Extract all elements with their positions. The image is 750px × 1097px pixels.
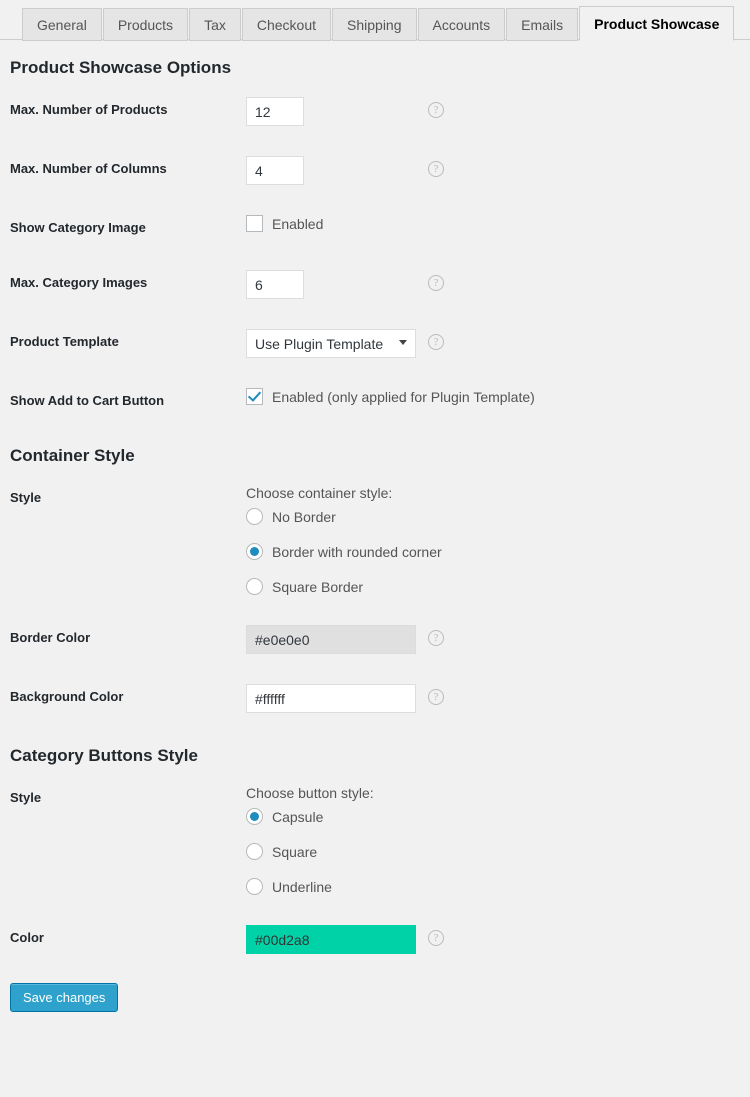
radio-label-capsule: Capsule: [272, 809, 323, 825]
label-background-color: Background Color: [0, 669, 210, 728]
help-icon-max-columns[interactable]: ?: [428, 161, 444, 177]
label-category-button-color: Color: [0, 910, 210, 969]
category-button-option-square[interactable]: Square: [246, 843, 740, 860]
help-icon-product-template[interactable]: ?: [428, 334, 444, 350]
container-style-radio-group: Choose container style: No Border Border…: [246, 485, 740, 595]
label-show-category-image: Show Category Image: [0, 200, 210, 255]
container-style-option-square[interactable]: Square Border: [246, 578, 740, 595]
radio-square[interactable]: [246, 843, 263, 860]
row-show-add-to-cart: Show Add to Cart Button Enabled (only ap…: [0, 373, 750, 428]
label-show-add-to-cart: Show Add to Cart Button: [0, 373, 210, 428]
container-style-option-no-border[interactable]: No Border: [246, 508, 740, 525]
container-style-option-rounded[interactable]: Border with rounded corner: [246, 543, 740, 560]
show-category-image-checkbox[interactable]: [246, 215, 263, 232]
row-border-color: Border Color ?: [0, 610, 750, 669]
radio-label-border-rounded: Border with rounded corner: [272, 544, 442, 560]
section-title-container-style: Container Style: [10, 446, 750, 466]
help-icon-max-category-images[interactable]: ?: [428, 275, 444, 291]
field-wrap-max-columns: [246, 164, 304, 179]
row-max-columns: Max. Number of Columns ?: [0, 141, 750, 200]
show-add-to-cart-control[interactable]: Enabled (only applied for Plugin Templat…: [246, 388, 740, 405]
radio-square-border[interactable]: [246, 578, 263, 595]
product-template-select[interactable]: Use Plugin Template: [246, 329, 416, 358]
radio-label-square-border: Square Border: [272, 579, 363, 595]
row-container-style: Style Choose container style: No Border …: [0, 470, 750, 610]
row-max-category-images: Max. Category Images ?: [0, 255, 750, 314]
settings-tab-bar: General Products Tax Checkout Shipping A…: [0, 0, 750, 40]
category-button-color-input[interactable]: [246, 925, 416, 954]
show-category-image-checkbox-label: Enabled: [272, 216, 323, 232]
radio-no-border[interactable]: [246, 508, 263, 525]
field-wrap-max-category-images: [246, 278, 304, 293]
field-wrap-background-color: [246, 692, 416, 707]
show-add-to-cart-checkbox[interactable]: [246, 388, 263, 405]
label-max-columns: Max. Number of Columns: [0, 141, 210, 200]
radio-underline[interactable]: [246, 878, 263, 895]
category-button-style-radio-group: Choose button style: Capsule Square Unde…: [246, 785, 740, 895]
container-style-intro: Choose container style:: [246, 485, 740, 501]
max-category-images-input[interactable]: [246, 270, 304, 299]
form-table-container-style: Style Choose container style: No Border …: [0, 470, 750, 728]
submit-area: Save changes: [0, 969, 750, 1012]
tab-general[interactable]: General: [22, 8, 102, 41]
form-table-showcase-options: Max. Number of Products ? Max. Number of…: [0, 82, 750, 428]
row-max-products: Max. Number of Products ?: [0, 82, 750, 141]
tab-shipping[interactable]: Shipping: [332, 8, 417, 41]
radio-label-no-border: No Border: [272, 509, 336, 525]
radio-label-underline: Underline: [272, 879, 332, 895]
settings-content: Product Showcase Options Max. Number of …: [0, 58, 750, 1012]
border-color-input[interactable]: [246, 625, 416, 654]
tab-products[interactable]: Products: [103, 8, 188, 41]
show-add-to-cart-checkbox-label: Enabled (only applied for Plugin Templat…: [272, 389, 535, 405]
row-show-category-image: Show Category Image Enabled: [0, 200, 750, 255]
field-wrap-border-color: [246, 633, 416, 648]
tab-product-showcase[interactable]: Product Showcase: [579, 6, 734, 41]
row-category-button-style: Style Choose button style: Capsule Squar…: [0, 770, 750, 910]
label-category-button-style: Style: [0, 770, 210, 910]
help-icon-category-button-color[interactable]: ?: [428, 930, 444, 946]
category-button-option-underline[interactable]: Underline: [246, 878, 740, 895]
section-title-category-buttons-style: Category Buttons Style: [10, 746, 750, 766]
radio-capsule[interactable]: [246, 808, 263, 825]
help-icon-max-products[interactable]: ?: [428, 102, 444, 118]
label-product-template: Product Template: [0, 314, 210, 373]
max-columns-input[interactable]: [246, 156, 304, 185]
field-wrap-max-products: [246, 105, 304, 120]
help-icon-border-color[interactable]: ?: [428, 630, 444, 646]
tab-emails[interactable]: Emails: [506, 8, 578, 41]
background-color-input[interactable]: [246, 684, 416, 713]
tab-tax[interactable]: Tax: [189, 8, 241, 41]
save-changes-button[interactable]: Save changes: [10, 983, 118, 1012]
help-icon-background-color[interactable]: ?: [428, 689, 444, 705]
field-wrap-product-template: Use Plugin Template: [246, 337, 416, 352]
section-title-showcase-options: Product Showcase Options: [10, 58, 750, 78]
row-background-color: Background Color ?: [0, 669, 750, 728]
product-template-select-holder: Use Plugin Template: [246, 329, 416, 358]
category-button-option-capsule[interactable]: Capsule: [246, 808, 740, 825]
row-category-button-color: Color ?: [0, 910, 750, 969]
show-category-image-control[interactable]: Enabled: [246, 215, 740, 232]
field-wrap-category-button-color: [246, 933, 416, 948]
form-table-category-buttons-style: Style Choose button style: Capsule Squar…: [0, 770, 750, 969]
radio-label-square: Square: [272, 844, 317, 860]
row-product-template: Product Template ? Use Plugin Template: [0, 314, 750, 373]
max-products-input[interactable]: [246, 97, 304, 126]
label-border-color: Border Color: [0, 610, 210, 669]
label-max-products: Max. Number of Products: [0, 82, 210, 141]
label-container-style: Style: [0, 470, 210, 610]
label-max-category-images: Max. Category Images: [0, 255, 210, 314]
tab-list: General Products Tax Checkout Shipping A…: [22, 0, 750, 40]
radio-border-rounded[interactable]: [246, 543, 263, 560]
tab-accounts[interactable]: Accounts: [418, 8, 506, 41]
category-button-style-intro: Choose button style:: [246, 785, 740, 801]
tab-checkout[interactable]: Checkout: [242, 8, 331, 41]
